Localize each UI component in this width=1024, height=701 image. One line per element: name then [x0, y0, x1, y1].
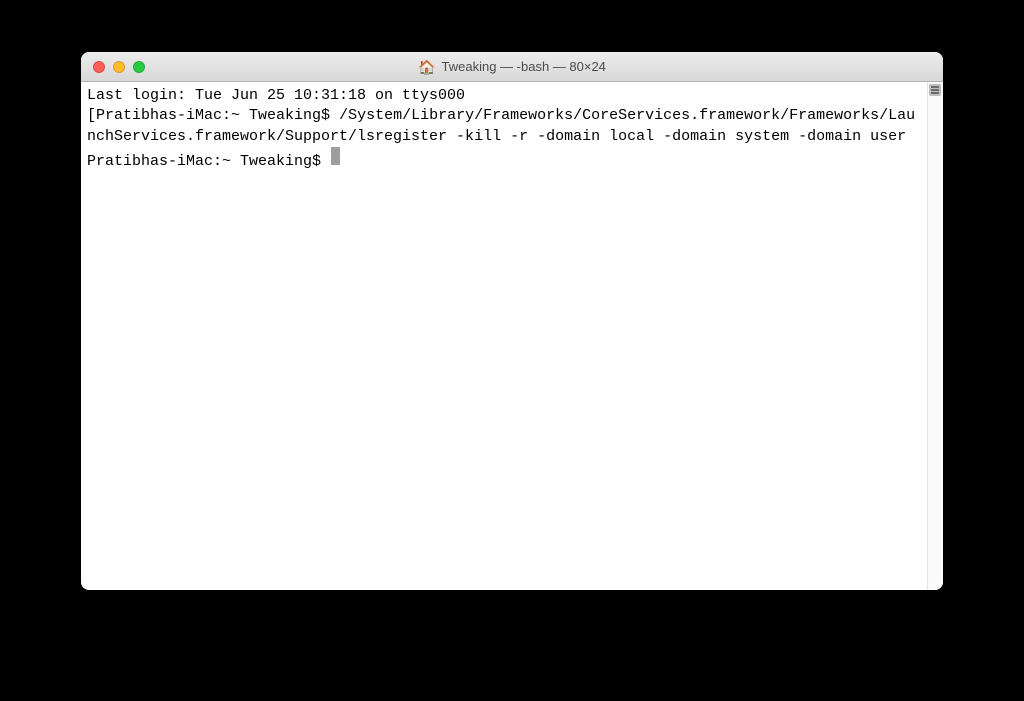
terminal-window: 🏠 Tweaking — -bash — 80×24 Last login: T… — [81, 52, 943, 590]
window-title-wrap: 🏠 Tweaking — -bash — 80×24 — [81, 59, 943, 74]
zoom-button[interactable] — [133, 61, 145, 73]
titlebar[interactable]: 🏠 Tweaking — -bash — 80×24 — [81, 52, 943, 82]
home-icon: 🏠 — [418, 60, 435, 74]
terminal-content[interactable]: Last login: Tue Jun 25 10:31:18 on ttys0… — [81, 82, 927, 590]
cursor — [331, 147, 340, 165]
scroll-indicator-icon — [929, 84, 941, 96]
last-login-line: Last login: Tue Jun 25 10:31:18 on ttys0… — [87, 86, 921, 106]
terminal-body: Last login: Tue Jun 25 10:31:18 on ttys0… — [81, 82, 943, 590]
bracket-open: [ — [87, 107, 96, 124]
close-button[interactable] — [93, 61, 105, 73]
minimize-button[interactable] — [113, 61, 125, 73]
prompt-2: Pratibhas-iMac:~ Tweaking$ — [87, 152, 330, 172]
window-title: Tweaking — -bash — 80×24 — [442, 59, 606, 74]
prompt-1: Pratibhas-iMac:~ Tweaking$ — [96, 107, 339, 124]
traffic-lights — [81, 61, 145, 73]
scrollbar[interactable] — [927, 82, 943, 590]
command-line: [Pratibhas-iMac:~ Tweaking$ /System/Libr… — [87, 106, 921, 147]
current-prompt-line: Pratibhas-iMac:~ Tweaking$ — [87, 147, 921, 172]
